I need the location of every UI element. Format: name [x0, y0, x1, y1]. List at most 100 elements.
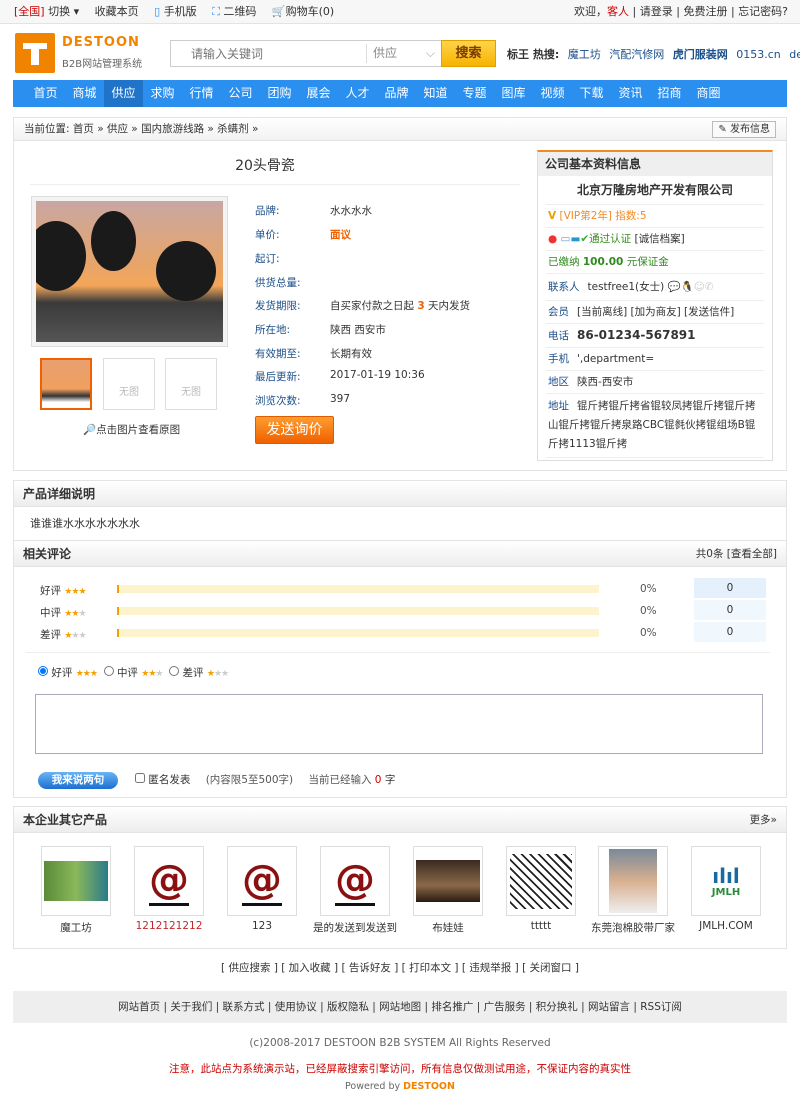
detail-value: 陕西 西安市: [330, 324, 386, 336]
hot-link[interactable]: desto: [789, 48, 800, 61]
publish-button[interactable]: ✎ 发布信息: [712, 121, 776, 138]
nav-item[interactable]: 首页: [26, 80, 65, 107]
rating-bar: [117, 607, 599, 615]
vip-badge: V [VIP第2年] 指数:5: [546, 205, 764, 228]
detail-value: 397: [330, 393, 351, 405]
more-link[interactable]: 更多»: [750, 807, 777, 833]
register-link[interactable]: 免费注册: [683, 5, 727, 18]
nav-item[interactable]: 资讯: [611, 80, 650, 107]
search-input[interactable]: [173, 43, 363, 64]
company-name[interactable]: 北京万隆房地产开发有限公司: [546, 176, 764, 205]
divider: [30, 184, 520, 185]
qq-icon[interactable]: 🐧: [681, 281, 694, 293]
nav-item[interactable]: 求购: [143, 80, 182, 107]
forgot-password-link[interactable]: 忘记密码?: [738, 5, 788, 18]
nav-item[interactable]: 图库: [494, 80, 533, 107]
nav-item[interactable]: 招商: [650, 80, 689, 107]
credit-link[interactable]: [诚信档案]: [635, 233, 685, 245]
nav-item[interactable]: 公司: [221, 80, 260, 107]
hot-link[interactable]: 虎门服装网: [673, 48, 728, 61]
product-card[interactable]: 魔工坊: [41, 846, 111, 935]
site-logo[interactable]: DESTOON B2B网站管理系统: [15, 33, 155, 73]
chevron-down-icon: ⌵: [425, 46, 435, 60]
product-card[interactable]: @123: [227, 846, 297, 932]
nav-item[interactable]: 商城: [65, 80, 104, 107]
nav-item[interactable]: 行情: [182, 80, 221, 107]
thumbnail-empty[interactable]: 无图: [165, 358, 217, 410]
product-card[interactable]: @1212121212: [134, 846, 204, 932]
detail-label: 所在地:: [255, 324, 291, 336]
login-link[interactable]: 请登录: [640, 5, 673, 18]
search-category-select[interactable]: 供应 ⌵: [366, 44, 441, 63]
product-image[interactable]: [31, 196, 228, 347]
thumbnail-active[interactable]: [40, 358, 92, 410]
nav-item[interactable]: 下载: [572, 80, 611, 107]
hot-link[interactable]: 魔工坊: [568, 48, 601, 61]
at-sign-image: @: [335, 857, 375, 906]
cart-link[interactable]: 🛒购物车(0): [272, 5, 334, 18]
deposit-row: 已缴纳 100.00 元保证金: [546, 251, 764, 274]
nav-item[interactable]: 知道: [416, 80, 455, 107]
region-link[interactable]: [全国] 切换 ▾: [14, 5, 79, 18]
footer-links[interactable]: 网站首页 | 关于我们 | 联系方式 | 使用协议 | 版权隐私 | 网站地图 …: [13, 991, 787, 1023]
at-sign-image: @: [242, 857, 282, 906]
view-original-link[interactable]: 🔎点击图片查看原图: [83, 422, 180, 437]
product-card[interactable]: ılıl JMLH JMLH.COM: [691, 846, 761, 932]
breadcrumb: 当前位置: 首页 » 供应 » 国内旅游线路 » 杀螨剂 » ✎ 发布信息: [13, 117, 787, 141]
search-button[interactable]: 搜索: [441, 40, 496, 67]
radio-bad[interactable]: 差评 ★★★: [169, 666, 229, 679]
wangwang-icon[interactable]: ☺: [694, 281, 705, 293]
nav-item[interactable]: 视频: [533, 80, 572, 107]
copyright: (c)2008-2017 DESTOON B2B SYSTEM All Righ…: [249, 1037, 551, 1049]
rating-percent: 0%: [640, 583, 657, 595]
badge-icon: ●: [548, 233, 558, 245]
product-card[interactable]: 布娃娃: [413, 846, 483, 935]
detail-section: 产品详细说明 谁谁谁水水水水水水水: [13, 480, 787, 541]
favorite-link[interactable]: 收藏本页: [95, 5, 139, 18]
page-actions[interactable]: [ 供应搜索 ] [ 加入收藏 ] [ 告诉好友 ] [ 打印本文 ] [ 违规…: [0, 960, 800, 975]
nav-item[interactable]: 人才: [338, 80, 377, 107]
nav-item[interactable]: 团购: [260, 80, 299, 107]
powered-by: Powered by DESTOON: [345, 1081, 455, 1092]
stars-icon: ★★★: [64, 587, 86, 597]
product-title: 20头骨瓷: [235, 158, 295, 174]
detail-label: 浏览次数:: [255, 395, 301, 407]
edit-icon: ✎: [718, 124, 727, 135]
send-inquiry-button[interactable]: 发送询价: [255, 416, 334, 444]
product-card[interactable]: ttttt: [506, 846, 576, 932]
nav-item[interactable]: 展会: [299, 80, 338, 107]
stars-icon: ★★★: [64, 631, 86, 641]
submit-comment-button[interactable]: 我来说两句: [38, 772, 118, 789]
hot-link[interactable]: 0153.cn: [736, 48, 781, 61]
at-sign-image: @: [149, 857, 189, 906]
mobile-link[interactable]: ▯ 手机版: [154, 5, 197, 18]
main-nav: 首页 商城 供应 求购 行情 公司 团购 展会 人才 品牌 知道 专题 图库 视…: [13, 80, 787, 107]
nav-item-active[interactable]: 供应: [104, 80, 143, 107]
nav-item[interactable]: 商圈: [689, 80, 728, 107]
nav-item[interactable]: 品牌: [377, 80, 416, 107]
nav-item[interactable]: 专题: [455, 80, 494, 107]
qrcode-link[interactable]: ⛶ 二维码: [212, 5, 256, 18]
skype-icon[interactable]: ✆: [705, 281, 714, 293]
radio-good[interactable]: 好评 ★★★: [38, 666, 98, 679]
destoon-logo[interactable]: DESTOON: [403, 1081, 455, 1092]
detail-value: 长期有效: [330, 348, 372, 360]
detail-label: 发货期限:: [255, 300, 301, 312]
rating-bar: [117, 585, 599, 593]
product-thumb: [510, 853, 572, 909]
anonymous-checkbox[interactable]: 匿名发表: [135, 773, 190, 786]
verification-row: ● ▭▬✔通过认证 [诚信档案]: [546, 228, 764, 251]
member-links[interactable]: [当前离线] [加为商友] [发送信件]: [577, 306, 734, 318]
product-card[interactable]: @ 是的发送到发送到: [313, 846, 397, 935]
hot-link[interactable]: 汽配汽修网: [609, 48, 664, 61]
cart-icon: 🛒: [271, 5, 286, 18]
thumbnail-empty[interactable]: 无图: [103, 358, 155, 410]
view-all-comments-link[interactable]: 共0条 [查看全部]: [696, 541, 777, 567]
rating-percent: 0%: [640, 605, 657, 617]
comment-textarea[interactable]: [35, 694, 763, 754]
product-card[interactable]: 东莞泡棉胶带厂家: [591, 846, 675, 935]
company-info-panel: 公司基本资料信息 北京万隆房地产开发有限公司 V [VIP第2年] 指数:5 ●…: [537, 150, 773, 461]
radio-neutral[interactable]: 中评 ★★★: [103, 666, 164, 679]
guest-name: 客人: [607, 5, 630, 18]
chat-icon[interactable]: 💬: [668, 281, 681, 293]
